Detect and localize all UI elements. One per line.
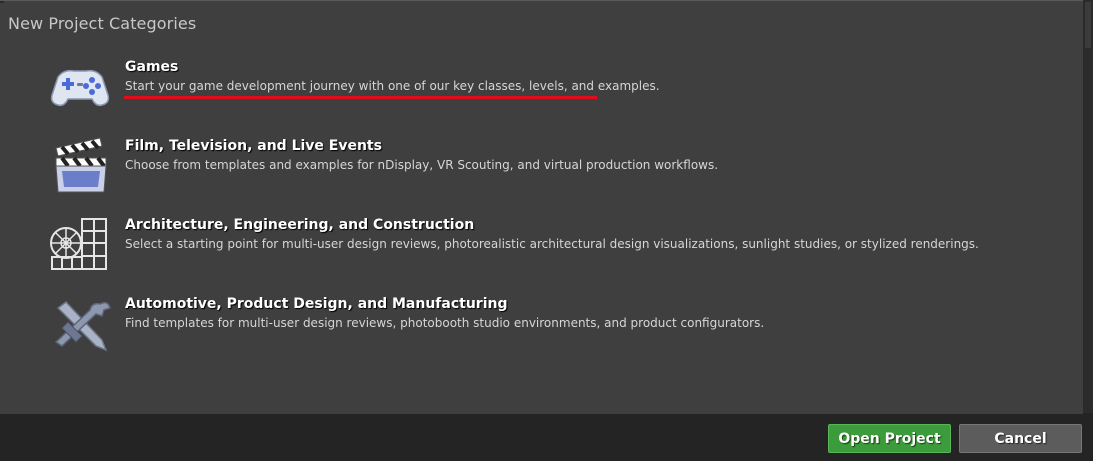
category-games[interactable]: Games Start your game development journe… — [48, 55, 1048, 125]
category-title: Film, Television, and Live Events — [125, 138, 382, 154]
highlight-underline — [124, 96, 597, 99]
category-description: Select a starting point for multi-user d… — [125, 237, 979, 251]
category-description: Choose from templates and examples for n… — [125, 158, 719, 172]
category-architecture[interactable]: Architecture, Engineering, and Construct… — [48, 213, 1048, 283]
scrollbar-thumb[interactable] — [1085, 2, 1091, 48]
panel-title: New Project Categories — [8, 14, 197, 33]
open-project-button[interactable]: Open Project — [828, 424, 951, 453]
category-title: Games — [125, 59, 179, 75]
scrollbar[interactable] — [1083, 0, 1093, 413]
tools-icon — [54, 300, 111, 352]
category-description: Find templates for multi-user design rev… — [125, 316, 765, 330]
panel-edge — [0, 1, 4, 3]
category-title: Automotive, Product Design, and Manufact… — [125, 296, 508, 312]
category-automotive[interactable]: Automotive, Product Design, and Manufact… — [48, 292, 1048, 362]
clapperboard-icon — [55, 137, 107, 193]
category-film[interactable]: Film, Television, and Live Events Choose… — [48, 134, 1048, 204]
window-grid-icon — [50, 218, 107, 270]
category-title: Architecture, Engineering, and Construct… — [125, 217, 475, 233]
cancel-button[interactable]: Cancel — [959, 424, 1082, 453]
categories-panel: New Project Categories Games Start your … — [0, 0, 1083, 414]
gamepad-icon — [50, 69, 110, 107]
category-description: Start your game development journey with… — [125, 79, 660, 93]
